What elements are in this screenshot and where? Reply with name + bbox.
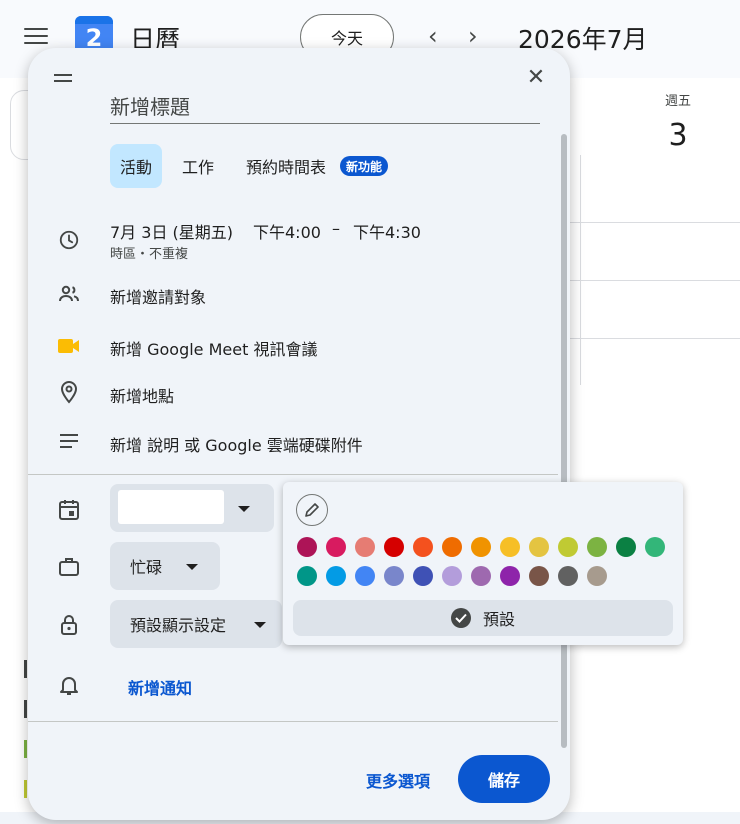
new-feature-badge: 新功能	[340, 156, 389, 176]
chevron-down-icon	[186, 564, 198, 570]
calendar-color-swatch[interactable]	[118, 490, 224, 524]
color-option[interactable]	[558, 566, 578, 586]
default-color-button[interactable]: 預設	[293, 600, 673, 636]
dialog-scrollbar[interactable]	[559, 134, 569, 748]
color-option[interactable]	[326, 566, 346, 586]
chevron-down-icon	[238, 506, 250, 512]
lock-icon	[56, 612, 82, 638]
event-start-time[interactable]: 下午4:00	[253, 219, 321, 243]
color-option[interactable]	[442, 537, 462, 557]
timezone-recurrence[interactable]: 時區・不重複	[110, 243, 188, 262]
color-option[interactable]	[384, 566, 404, 586]
color-option[interactable]	[297, 537, 317, 557]
color-option[interactable]	[471, 566, 491, 586]
event-title-input[interactable]	[110, 90, 540, 124]
availability-selector[interactable]: 忙碌	[110, 542, 220, 590]
event-dialog: ✕ 活動 工作 預約時間表 新功能 7月 3日 (星期五) 下午4:00 – 下…	[28, 48, 570, 820]
add-notification-button[interactable]: 新增通知	[128, 675, 192, 699]
calendar-list-checkbox[interactable]	[24, 740, 27, 758]
section-divider	[28, 721, 558, 722]
event-date[interactable]: 7月 3日 (星期五)	[110, 219, 233, 243]
check-circle-icon	[450, 608, 471, 628]
color-option[interactable]	[442, 566, 462, 586]
time-separator: –	[332, 219, 340, 238]
color-option[interactable]	[413, 537, 433, 557]
color-option[interactable]	[471, 537, 491, 557]
color-option[interactable]	[645, 537, 665, 557]
description-icon	[56, 428, 82, 454]
day-column-weekday: 週五	[664, 94, 691, 109]
scrollbar-thumb[interactable]	[561, 134, 567, 748]
color-option[interactable]	[529, 566, 549, 586]
bell-icon	[56, 672, 82, 698]
color-picker-popup: 預設	[283, 482, 683, 645]
grid-line	[570, 280, 740, 281]
main-menu-icon[interactable]	[24, 28, 48, 46]
briefcase-icon	[56, 554, 82, 580]
color-option[interactable]	[587, 537, 607, 557]
event-end-time[interactable]: 下午4:30	[353, 219, 421, 243]
save-button[interactable]: 儲存	[458, 755, 550, 803]
color-option[interactable]	[413, 566, 433, 586]
add-description-field[interactable]: 新增 說明 或 Google 雲端硬碟附件	[110, 432, 363, 456]
custom-color-button[interactable]	[296, 494, 328, 526]
availability-value: 忙碌	[130, 558, 163, 577]
close-button[interactable]: ✕	[522, 64, 550, 92]
tab-appointment-schedule[interactable]: 預約時間表	[246, 144, 326, 188]
tab-event[interactable]: 活動	[110, 144, 163, 188]
grid-line	[570, 338, 740, 339]
color-option[interactable]	[500, 566, 520, 586]
section-divider	[28, 474, 558, 475]
google-meet-icon	[56, 333, 82, 359]
visibility-value: 預設顯示設定	[130, 616, 227, 635]
add-guests-field[interactable]: 新增邀請對象	[110, 284, 206, 308]
color-option[interactable]	[558, 537, 578, 557]
color-option[interactable]	[587, 566, 607, 586]
people-icon	[56, 281, 82, 307]
grid-line	[570, 222, 740, 223]
color-option[interactable]	[500, 537, 520, 557]
color-option[interactable]	[355, 537, 375, 557]
add-location-field[interactable]: 新增地點	[110, 383, 174, 407]
drag-handle-icon[interactable]	[54, 74, 72, 82]
location-pin-icon	[56, 379, 82, 405]
color-option[interactable]	[297, 566, 317, 586]
calendar-list-checkbox[interactable]	[24, 700, 27, 718]
clock-icon	[56, 227, 82, 253]
default-color-label: 預設	[482, 610, 515, 629]
more-options-button[interactable]: 更多選項	[366, 768, 430, 792]
add-google-meet-button[interactable]: 新增 Google Meet 視訊會議	[110, 336, 317, 360]
pencil-icon	[305, 503, 319, 517]
color-option[interactable]	[529, 537, 549, 557]
calendar-list-checkbox[interactable]	[24, 660, 27, 678]
previous-period-button[interactable]: ‹	[428, 24, 438, 48]
calendar-icon	[56, 497, 82, 523]
grid-line	[580, 155, 581, 385]
next-period-button[interactable]: ›	[468, 24, 478, 48]
tab-task[interactable]: 工作	[182, 144, 214, 188]
calendar-list-checkbox[interactable]	[24, 780, 27, 798]
day-column-date[interactable]: 3	[648, 118, 708, 153]
color-option[interactable]	[326, 537, 346, 557]
color-option[interactable]	[384, 537, 404, 557]
color-option[interactable]	[616, 537, 636, 557]
chevron-down-icon	[254, 622, 266, 628]
color-option[interactable]	[355, 566, 375, 586]
